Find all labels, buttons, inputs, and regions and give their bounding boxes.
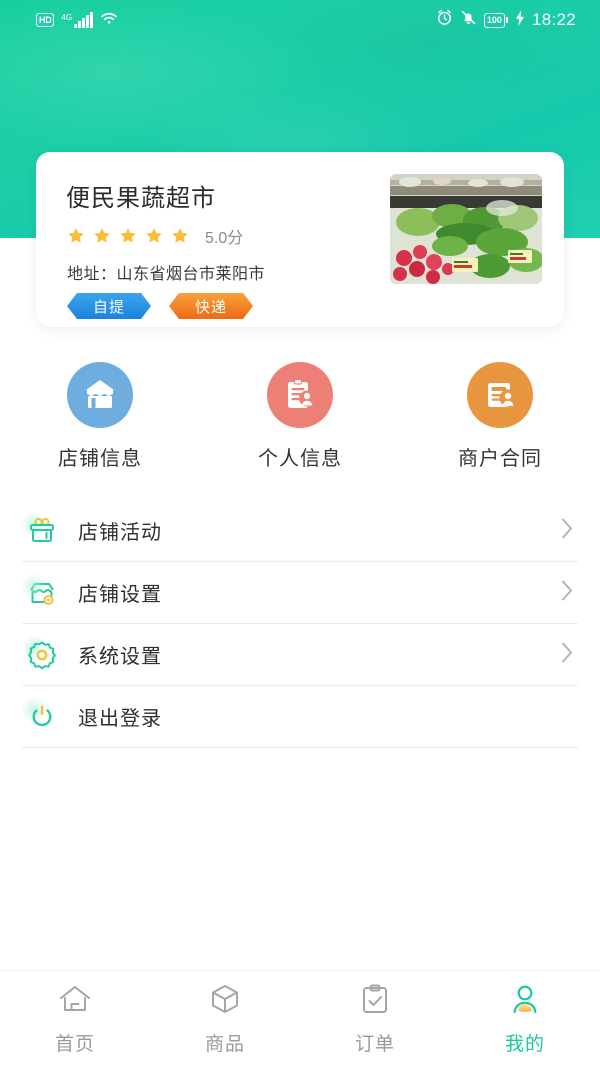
app-screen: HD 4G bbox=[0, 0, 600, 1067]
quick-actions: 店铺信息 个人信息 bbox=[0, 362, 600, 471]
contract-person-icon bbox=[467, 362, 533, 428]
gear-icon bbox=[22, 635, 62, 675]
rating-value: 5.0分 bbox=[205, 224, 243, 248]
store-address: 地址：山东省烟台市莱阳市 bbox=[67, 260, 265, 284]
quick-action-label: 个人信息 bbox=[258, 442, 342, 471]
clipboard-check-icon bbox=[360, 983, 390, 1020]
quick-action-merchant-contract[interactable]: 商户合同 bbox=[400, 362, 600, 471]
chevron-right-icon bbox=[561, 579, 574, 606]
tab-profile[interactable]: 我的 bbox=[450, 983, 600, 1056]
tab-label: 我的 bbox=[505, 1029, 545, 1056]
menu-item-label: 系统设置 bbox=[78, 640, 162, 669]
chevron-right-icon bbox=[561, 641, 574, 668]
star-icon bbox=[119, 227, 137, 245]
status-bar: HD 4G bbox=[0, 0, 600, 40]
tab-label: 首页 bbox=[55, 1029, 95, 1056]
tab-home[interactable]: 首页 bbox=[0, 983, 150, 1056]
store-name: 便民果蔬超市 bbox=[66, 178, 216, 213]
charging-bolt-icon bbox=[515, 10, 525, 31]
network-type-label: 4G bbox=[61, 13, 72, 22]
bell-muted-icon bbox=[460, 9, 477, 31]
rating-row: 5.0分 bbox=[67, 224, 243, 248]
store-photo[interactable] bbox=[390, 174, 542, 284]
settings-menu: 店铺活动 店铺设置 bbox=[0, 500, 600, 748]
status-bar-left: HD 4G bbox=[36, 11, 118, 30]
chevron-right-icon bbox=[561, 517, 574, 544]
tag-express[interactable]: 快递 bbox=[169, 293, 253, 319]
tab-products[interactable]: 商品 bbox=[150, 983, 300, 1056]
star-icon bbox=[145, 227, 163, 245]
shop-settings-icon bbox=[22, 573, 62, 613]
quick-action-label: 店铺信息 bbox=[58, 442, 142, 471]
store-tags: 自提 快递 bbox=[67, 293, 253, 319]
home-icon bbox=[58, 983, 92, 1020]
menu-item-logout[interactable]: 退出登录 bbox=[22, 686, 578, 748]
menu-item-label: 店铺活动 bbox=[78, 516, 162, 545]
alarm-icon bbox=[436, 9, 453, 31]
hd-icon: HD bbox=[36, 13, 54, 27]
star-icon bbox=[171, 227, 189, 245]
signal-icon: 4G bbox=[61, 12, 93, 28]
battery-icon: 100 bbox=[484, 13, 508, 28]
person-icon bbox=[509, 983, 541, 1020]
menu-item-store-activity[interactable]: 店铺活动 bbox=[22, 500, 578, 562]
clipboard-person-icon bbox=[267, 362, 333, 428]
quick-action-store-info[interactable]: 店铺信息 bbox=[0, 362, 200, 471]
menu-item-store-settings[interactable]: 店铺设置 bbox=[22, 562, 578, 624]
bottom-tab-bar: 首页 商品 订单 bbox=[0, 970, 600, 1067]
store-card[interactable]: 便民果蔬超市 5.0分 地址：山东省烟台市莱阳市 自提 快递 bbox=[36, 152, 564, 327]
tab-label: 商品 bbox=[205, 1029, 245, 1056]
status-bar-right: 100 18:22 bbox=[436, 9, 576, 31]
star-icon bbox=[93, 227, 111, 245]
clock: 18:22 bbox=[532, 10, 576, 30]
power-icon bbox=[22, 697, 62, 737]
wifi-icon bbox=[100, 11, 118, 30]
quick-action-label: 商户合同 bbox=[458, 442, 542, 471]
box-icon bbox=[209, 983, 241, 1020]
quick-action-personal-info[interactable]: 个人信息 bbox=[200, 362, 400, 471]
gift-icon bbox=[22, 511, 62, 551]
tab-label: 订单 bbox=[355, 1029, 395, 1056]
tag-self-pickup[interactable]: 自提 bbox=[67, 293, 151, 319]
menu-item-system-settings[interactable]: 系统设置 bbox=[22, 624, 578, 686]
storefront-icon bbox=[67, 362, 133, 428]
tab-orders[interactable]: 订单 bbox=[300, 983, 450, 1056]
menu-item-label: 退出登录 bbox=[78, 702, 162, 731]
star-icon bbox=[67, 227, 85, 245]
menu-item-label: 店铺设置 bbox=[78, 578, 162, 607]
